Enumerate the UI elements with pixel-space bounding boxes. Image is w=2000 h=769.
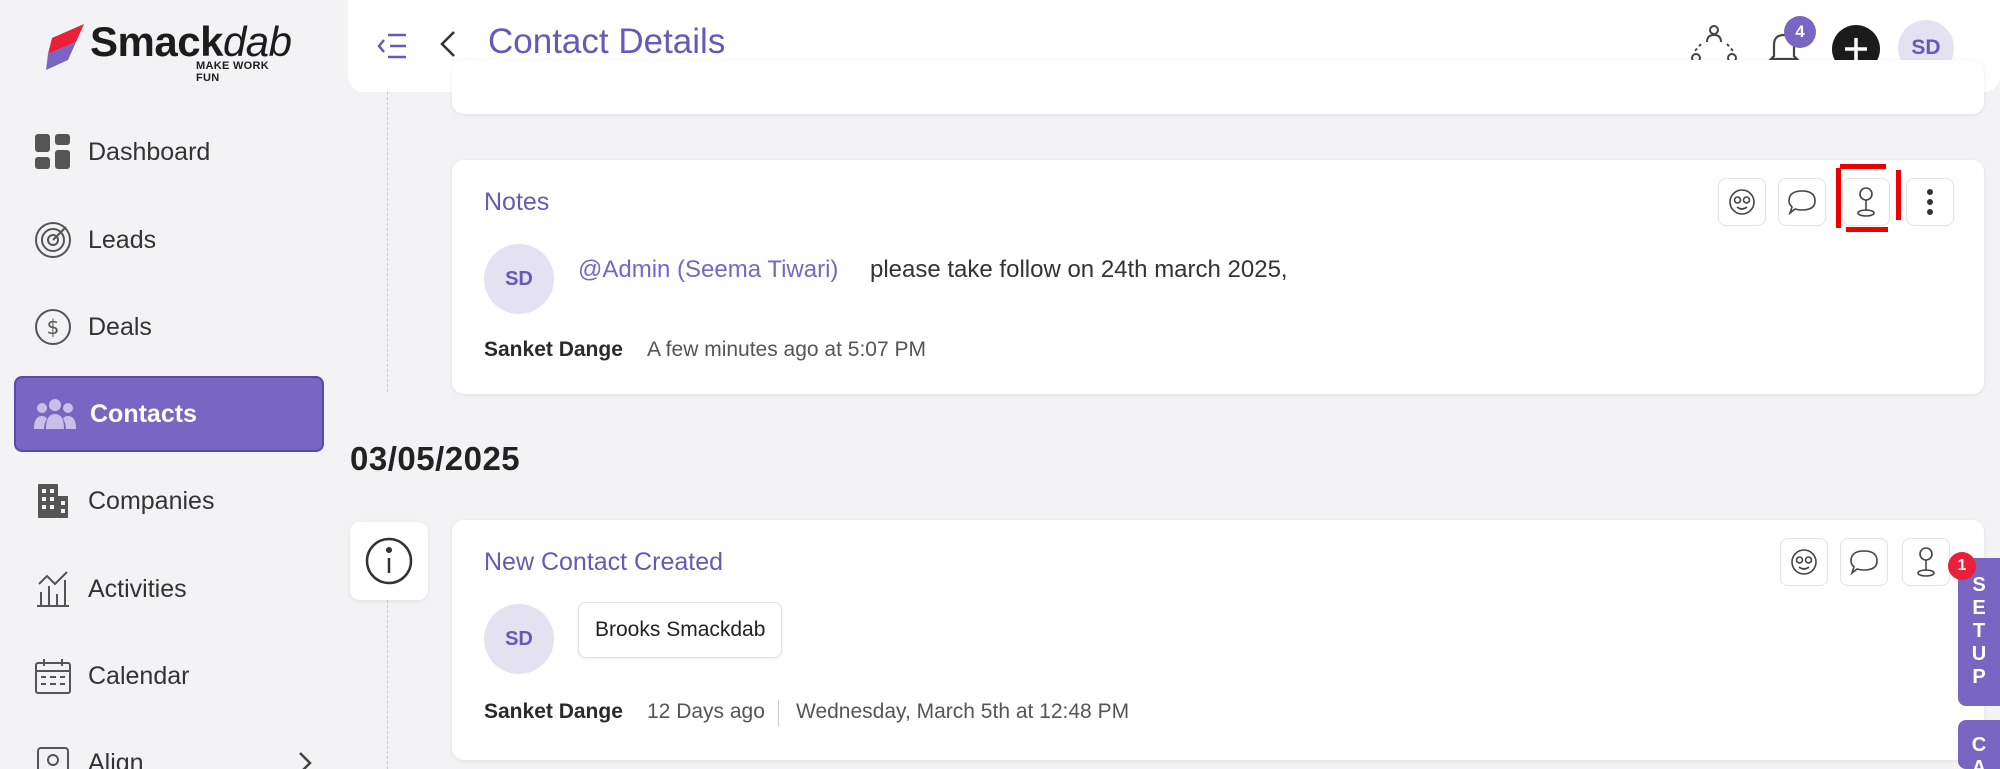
brand-tagline: MAKE WORK FUN bbox=[196, 60, 269, 84]
notification-count-badge: 4 bbox=[1784, 16, 1816, 48]
sidebar-item-align[interactable]: Align bbox=[14, 725, 324, 769]
sidebar-item-label: Contacts bbox=[90, 399, 197, 428]
people-icon bbox=[34, 393, 76, 435]
emoji-face-icon bbox=[1729, 189, 1755, 215]
sidebar-item-label: Leads bbox=[88, 225, 157, 254]
sidebar-item-label: Dashboard bbox=[88, 137, 211, 166]
highlight-marker bbox=[1896, 170, 1901, 220]
full-timestamp: Wednesday, March 5th at 12:48 PM bbox=[796, 700, 1130, 723]
sidebar-item-contacts[interactable]: Contacts bbox=[14, 376, 324, 452]
sidebar-item-label: Deals bbox=[88, 312, 152, 341]
new-contact-card: New Contact Created SD Brooks Smackdab S… bbox=[452, 520, 1984, 760]
pin-icon bbox=[1917, 547, 1935, 577]
align-icon bbox=[32, 742, 74, 769]
card-title: New Contact Created bbox=[484, 548, 724, 576]
emoji-reaction-button[interactable] bbox=[1718, 178, 1766, 226]
note-text: please take follow on 24th march 2025, bbox=[870, 256, 1288, 283]
sidebar: Smackdab MAKE WORK FUN Dashboard Leads $… bbox=[0, 0, 348, 769]
chevron-left-icon bbox=[440, 31, 455, 57]
calendar-icon bbox=[32, 655, 74, 697]
tab-letter: E bbox=[1972, 597, 1986, 619]
emoji-reaction-button[interactable] bbox=[1780, 538, 1828, 586]
building-icon bbox=[32, 480, 74, 522]
setup-side-tab[interactable]: S E T U P bbox=[1958, 558, 2000, 706]
more-options-button[interactable] bbox=[1906, 178, 1954, 226]
brand-logo-icon bbox=[46, 24, 84, 70]
activity-chart-icon bbox=[32, 568, 74, 610]
tab-letter: A bbox=[1971, 757, 1987, 769]
sidebar-item-label: Calendar bbox=[88, 661, 190, 690]
comment-button[interactable] bbox=[1840, 538, 1888, 586]
user-mention-link[interactable]: @Admin (Seema Tiwari) bbox=[578, 256, 838, 284]
back-button[interactable] bbox=[430, 24, 466, 64]
collapse-sidebar-button[interactable] bbox=[372, 26, 412, 66]
highlight-marker bbox=[1846, 227, 1888, 232]
author-name: Sanket Dange bbox=[484, 338, 623, 361]
pin-button[interactable] bbox=[1842, 178, 1890, 226]
emoji-face-icon bbox=[1791, 549, 1817, 575]
note-timestamp: A few minutes ago at 5:07 PM bbox=[647, 338, 926, 361]
comment-icon bbox=[1788, 190, 1816, 216]
contact-name-chip[interactable]: Brooks Smackdab bbox=[578, 602, 783, 658]
pin-icon bbox=[1857, 187, 1875, 217]
activity-type-badge bbox=[350, 522, 428, 600]
page-title: Contact Details bbox=[488, 22, 726, 61]
secondary-side-tab[interactable]: C A bbox=[1958, 720, 2000, 769]
notes-card: Notes SD @Admin (Seema Tiwari) please ta… bbox=[452, 160, 1984, 394]
author-avatar: SD bbox=[484, 604, 554, 674]
highlight-marker bbox=[1836, 168, 1841, 228]
sidebar-item-label: Align bbox=[88, 748, 144, 769]
sidebar-item-companies[interactable]: Companies bbox=[14, 463, 324, 539]
sidebar-item-label: Activities bbox=[88, 574, 187, 603]
previous-activity-card bbox=[452, 60, 1984, 114]
card-title: Notes bbox=[484, 188, 550, 216]
highlight-marker bbox=[1840, 164, 1886, 169]
dollar-icon: $ bbox=[32, 306, 74, 348]
sidebar-item-deals[interactable]: $ Deals bbox=[14, 289, 324, 365]
setup-badge: 1 bbox=[1948, 552, 1976, 580]
author-avatar: SD bbox=[484, 244, 554, 314]
tab-letter: C bbox=[1971, 734, 1987, 756]
collapse-menu-icon bbox=[377, 33, 406, 59]
svg-text:$: $ bbox=[47, 315, 60, 339]
tab-letter: U bbox=[1971, 643, 1987, 665]
sidebar-item-leads[interactable]: Leads bbox=[14, 202, 324, 278]
comment-icon bbox=[1850, 550, 1878, 576]
timeline-connector bbox=[387, 600, 388, 769]
meta-divider bbox=[778, 700, 779, 726]
sidebar-item-dashboard[interactable]: Dashboard bbox=[14, 114, 324, 190]
brand-name: Smackdab bbox=[90, 18, 292, 65]
target-icon bbox=[32, 219, 74, 261]
dashboard-icon bbox=[32, 131, 74, 173]
sidebar-item-label: Companies bbox=[88, 486, 215, 515]
kebab-menu-icon bbox=[1927, 189, 1933, 215]
tab-letter: T bbox=[1972, 620, 1986, 642]
relative-timestamp: 12 Days ago bbox=[647, 700, 765, 723]
comment-button[interactable] bbox=[1778, 178, 1826, 226]
pin-button[interactable] bbox=[1902, 538, 1950, 586]
sidebar-item-activities[interactable]: Activities bbox=[14, 551, 324, 627]
chevron-right-icon bbox=[299, 752, 312, 769]
sidebar-item-calendar[interactable]: Calendar bbox=[14, 638, 324, 714]
timeline-connector bbox=[387, 92, 388, 392]
info-icon bbox=[365, 537, 413, 585]
author-name: Sanket Dange bbox=[484, 700, 623, 723]
tab-letter: P bbox=[1972, 666, 1986, 688]
brand-logo[interactable]: Smackdab MAKE WORK FUN bbox=[44, 18, 294, 84]
timeline-date-heading: 03/05/2025 bbox=[350, 440, 521, 477]
